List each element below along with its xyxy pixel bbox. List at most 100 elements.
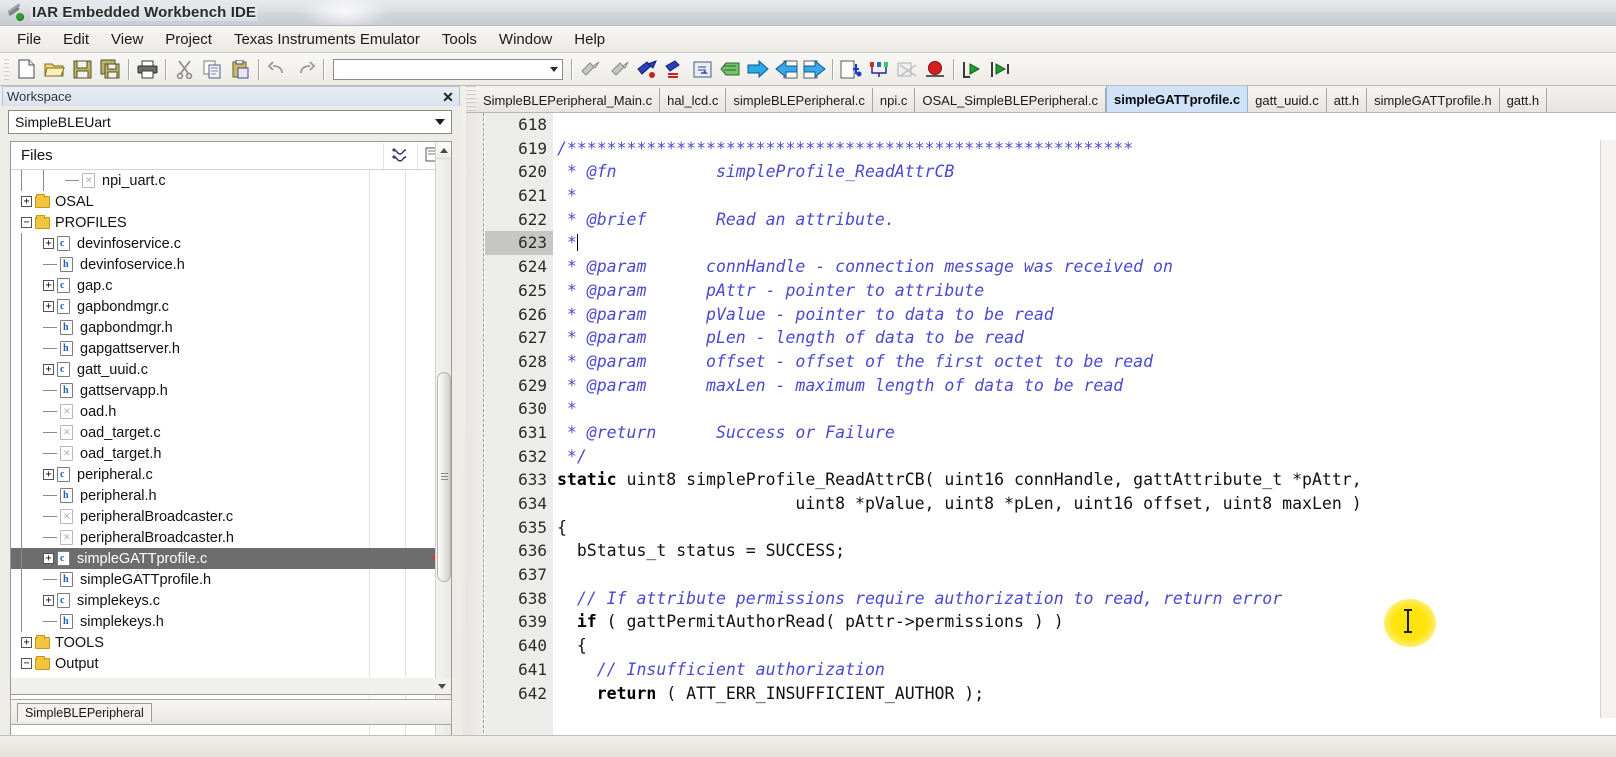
file-tree-horizontal-scrollbar[interactable] <box>10 678 452 695</box>
code-line[interactable]: * <box>553 184 1616 208</box>
code-line[interactable]: return ( ATT_ERR_INSUFFICIENT_AUTHOR ); <box>553 682 1616 706</box>
code-line[interactable]: uint8 *pValue, uint8 *pLen, uint16 offse… <box>553 492 1616 516</box>
tree-item-oad-target-c[interactable]: oad_target.c <box>11 422 451 443</box>
expand-plus-icon[interactable]: + <box>43 553 54 564</box>
tree-item-oad-target-h[interactable]: oad_target.h <box>11 443 451 464</box>
navigate-back-icon[interactable] <box>633 56 660 83</box>
tree-item-profiles[interactable]: − PROFILES <box>11 212 451 233</box>
make-project-icon[interactable] <box>801 56 828 83</box>
print-icon[interactable] <box>134 56 161 83</box>
code-text[interactable]: /***************************************… <box>553 113 1616 738</box>
code-line[interactable]: { <box>553 516 1616 540</box>
code-line[interactable]: * <box>553 231 1616 255</box>
new-document-icon[interactable] <box>13 56 40 83</box>
menu-edit[interactable]: Edit <box>52 28 100 51</box>
tree-item-gapbondmgr-h[interactable]: gapbondmgr.h <box>11 317 451 338</box>
menu-texas-instruments-emulator[interactable]: Texas Instruments Emulator <box>223 28 431 51</box>
editor-tab-hal-lcd-c[interactable]: hal_lcd.c <box>660 88 727 112</box>
scroll-down-icon[interactable] <box>435 678 449 694</box>
project-selector-combo[interactable]: SimpleBLEUart <box>8 110 452 134</box>
scrollbar-thumb[interactable] <box>437 372 451 582</box>
editor-tab-simplegattprofile-c[interactable]: simpleGATTprofile.c <box>1105 86 1249 112</box>
tree-item-gapbondmgr-c[interactable]: + gapbondmgr.c <box>11 296 451 317</box>
tree-item-peripheralbroadcaster-c[interactable]: peripheralBroadcaster.c <box>11 506 451 527</box>
menu-window[interactable]: Window <box>488 28 563 51</box>
code-line[interactable]: * @param pValue - pointer to data to be … <box>553 303 1616 327</box>
code-line[interactable]: // Insufficient authorization <box>553 658 1616 682</box>
save-icon[interactable] <box>69 56 96 83</box>
editor-tab-npi-c[interactable]: npi.c <box>872 88 916 112</box>
code-line[interactable]: // If attribute permissions require auth… <box>553 587 1616 611</box>
menu-tools[interactable]: Tools <box>431 28 488 51</box>
stop-build-icon[interactable] <box>894 56 921 83</box>
bookmark-toggle-icon[interactable] <box>577 56 604 83</box>
find-in-files-icon[interactable] <box>717 56 744 83</box>
paste-clipboard-icon[interactable] <box>227 56 254 83</box>
code-line[interactable]: * @param pAttr - pointer to attribute <box>553 279 1616 303</box>
tree-item-devinfoservice-h[interactable]: devinfoservice.h <box>11 254 451 275</box>
menu-help[interactable]: Help <box>563 28 616 51</box>
code-line[interactable]: * @param maxLen - maximum length of data… <box>553 374 1616 398</box>
code-line[interactable] <box>553 113 1616 137</box>
tree-item-output[interactable]: − Output <box>11 653 451 674</box>
tree-item-peripheralbroadcaster-h[interactable]: peripheralBroadcaster.h <box>11 527 451 548</box>
menu-project[interactable]: Project <box>154 28 223 51</box>
menu-view[interactable]: View <box>100 28 154 51</box>
debug-without-download-icon[interactable] <box>987 56 1014 83</box>
editor-tab-osal-simplebleperipheral-c[interactable]: OSAL_SimpleBLEPeripheral.c <box>915 88 1106 112</box>
compile-file-icon[interactable] <box>773 56 800 83</box>
code-line[interactable]: /***************************************… <box>553 137 1616 161</box>
expand-plus-icon[interactable]: + <box>43 364 54 375</box>
scroll-up-icon[interactable] <box>436 142 451 159</box>
expand-plus-icon[interactable]: + <box>21 196 32 207</box>
open-folder-icon[interactable] <box>41 56 68 83</box>
code-area[interactable]: 618 619 620 621 622 623 624 625 626 627 628 629 630 6… <box>466 113 1616 738</box>
code-line[interactable]: * @param connHandle - connection message… <box>553 255 1616 279</box>
tree-item-peripheral-h[interactable]: peripheral.h <box>11 485 451 506</box>
tree-item-peripheral-c[interactable]: + peripheral.c <box>11 464 451 485</box>
code-line[interactable]: * @param pLen - length of data to be rea… <box>553 326 1616 350</box>
undo-arrow-icon[interactable] <box>264 56 291 83</box>
expand-plus-icon[interactable]: + <box>43 301 54 312</box>
navigate-forward-icon[interactable] <box>661 56 688 83</box>
expand-plus-icon[interactable]: + <box>43 595 54 606</box>
stop-debugger-icon[interactable] <box>922 56 949 83</box>
copy-icon[interactable] <box>199 56 226 83</box>
editor-tab-gatt-uuid-c[interactable]: gatt_uuid.c <box>1248 88 1327 112</box>
menu-file[interactable]: File <box>6 28 52 51</box>
replace-icon[interactable] <box>745 56 772 83</box>
bookmark-margin[interactable] <box>466 113 484 738</box>
editor-tab-simplebleperipheral-c[interactable]: simpleBLEPeripheral.c <box>726 88 873 112</box>
code-line[interactable] <box>553 563 1616 587</box>
tabstrip-grip[interactable] <box>466 86 476 112</box>
build-order-icon[interactable] <box>383 142 417 169</box>
tree-item-npi-uart-c[interactable]: npi_uart.c <box>11 170 451 191</box>
tree-item-oad-h[interactable]: oad.h <box>11 401 451 422</box>
toolbar-grip[interactable] <box>4 58 9 80</box>
expand-plus-icon[interactable]: + <box>21 637 32 648</box>
expand-plus-icon[interactable]: + <box>43 238 54 249</box>
debug-tree-icon[interactable] <box>866 56 893 83</box>
redo-arrow-icon[interactable] <box>292 56 319 83</box>
code-line[interactable]: */ <box>553 445 1616 469</box>
tree-item-simplegattprofile-c[interactable]: +simpleGATTprofile.c* <box>11 548 451 569</box>
code-line[interactable]: * @return Success or Failure <box>553 421 1616 445</box>
tree-item-gattservapp-h[interactable]: gattservapp.h <box>11 380 451 401</box>
editor-tab-att-h[interactable]: att.h <box>1326 88 1368 112</box>
tree-item-tools[interactable]: + TOOLS <box>11 632 451 653</box>
toolbar-search-combo[interactable] <box>333 58 563 80</box>
editor-vertical-scrollbar[interactable] <box>1600 140 1616 718</box>
tree-item-gatt-uuid-c[interactable]: + gatt_uuid.c <box>11 359 451 380</box>
file-tree-vertical-scrollbar[interactable] <box>435 142 451 757</box>
code-line[interactable]: * <box>553 397 1616 421</box>
editor-tab-simplebleperipheral-main-c[interactable]: SimpleBLEPeripheral_Main.c <box>476 88 661 112</box>
expand-plus-icon[interactable]: + <box>43 469 54 480</box>
debug-step-icon[interactable] <box>838 56 865 83</box>
save-all-icon[interactable] <box>97 56 124 83</box>
collapse-minus-icon[interactable]: − <box>21 658 32 669</box>
tree-item-simplegattprofile-h[interactable]: simpleGATTprofile.h <box>11 569 451 590</box>
tree-item-gapgattserver-h[interactable]: gapgattserver.h <box>11 338 451 359</box>
code-line[interactable]: * @brief Read an attribute. <box>553 208 1616 232</box>
code-line[interactable]: { <box>553 634 1616 658</box>
workspace-tab-simplebleperipheral[interactable]: SimpleBLEPeripheral <box>17 703 152 722</box>
